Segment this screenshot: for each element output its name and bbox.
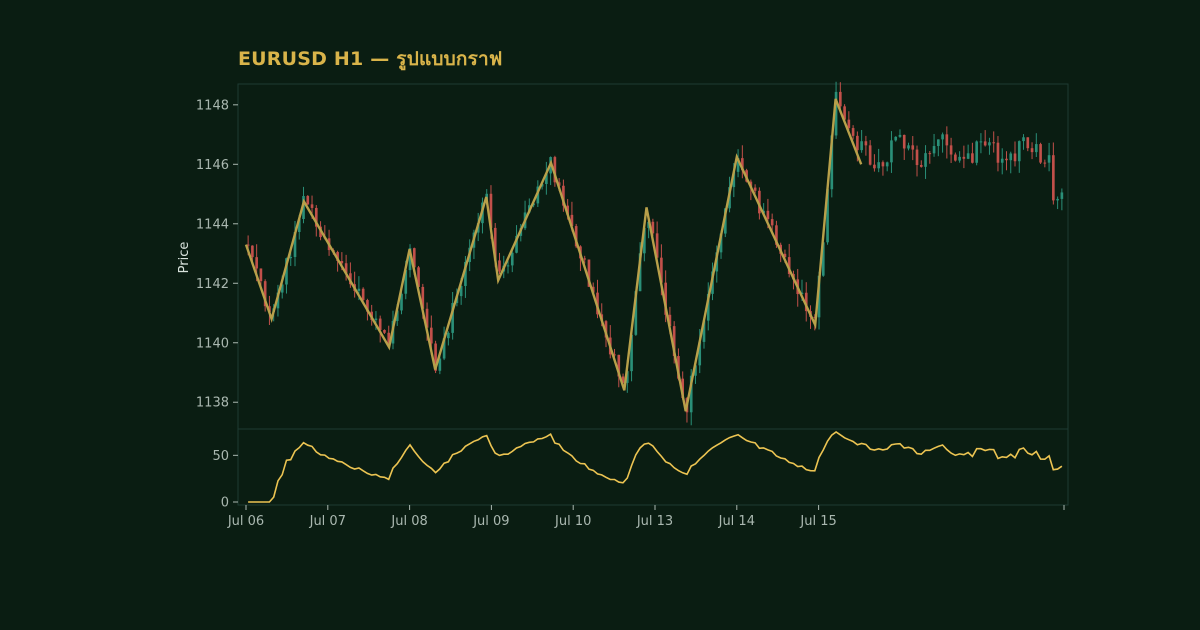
candle-body bbox=[877, 162, 880, 169]
candle-body bbox=[1005, 158, 1008, 161]
candle-body bbox=[1022, 137, 1025, 142]
price-tick-label: 1140 bbox=[196, 336, 229, 351]
candle-body bbox=[1026, 137, 1030, 149]
candle-body bbox=[1060, 192, 1064, 199]
chart-root: EURUSD H1 — รูปแบบกราฟ 1138 1140 1142 1144 1… bbox=[0, 0, 1200, 630]
price-tick-label: 1146 bbox=[196, 158, 229, 173]
candle-body bbox=[996, 142, 1000, 163]
indicator-y-ticks: 0 50 bbox=[212, 449, 238, 511]
candle-body bbox=[510, 252, 514, 266]
candle-body bbox=[498, 260, 501, 272]
candle-body bbox=[873, 164, 876, 169]
candle-body bbox=[1043, 162, 1047, 164]
price-axis-label: Price bbox=[177, 242, 192, 274]
candle-body bbox=[907, 145, 910, 149]
candle-body bbox=[1052, 155, 1055, 201]
price-tick-label: 1144 bbox=[196, 217, 229, 232]
indicator-tick-label: 0 bbox=[221, 496, 229, 511]
indicator-panel: 0 50 Jul 06 Jul 07 Jul 08 Jul 09 Jul 10 Jul 13… bbox=[212, 428, 1069, 529]
date-tick-label: Jul 15 bbox=[799, 514, 836, 529]
date-tick-label: Jul 07 bbox=[309, 514, 346, 529]
candle-body bbox=[958, 156, 961, 161]
candle-body bbox=[583, 258, 587, 260]
candle-body bbox=[932, 146, 936, 154]
chart-svg: 1138 1140 1142 1144 1146 1148 Price 0 50 Jul 0… bbox=[177, 81, 1069, 529]
candle-body bbox=[856, 135, 859, 151]
candle-body bbox=[860, 141, 863, 151]
candle-body bbox=[971, 153, 974, 163]
candle-body bbox=[1030, 148, 1034, 153]
price-y-ticks: 1138 1140 1142 1144 1146 1148 bbox=[196, 98, 238, 411]
candle-body bbox=[954, 154, 957, 161]
date-tick-label: Jul 13 bbox=[636, 514, 673, 529]
candle-body bbox=[988, 142, 991, 146]
candle-body bbox=[306, 196, 310, 205]
price-tick-label: 1148 bbox=[196, 98, 229, 113]
date-tick-label: Jul 14 bbox=[718, 514, 755, 529]
candle-body bbox=[1009, 153, 1013, 161]
candle-body bbox=[911, 145, 915, 150]
candle-body bbox=[885, 162, 889, 167]
candle-body bbox=[1047, 155, 1051, 163]
price-panel: 1138 1140 1142 1144 1146 1148 Price bbox=[177, 81, 1069, 430]
candle-body bbox=[941, 134, 944, 140]
candle-body bbox=[766, 210, 770, 220]
candle-body bbox=[1039, 144, 1042, 163]
candle-body bbox=[847, 119, 851, 129]
price-tick-label: 1142 bbox=[196, 277, 229, 292]
indicator-tick-label: 50 bbox=[212, 449, 229, 464]
candle-body bbox=[310, 204, 314, 208]
candle-body bbox=[881, 162, 885, 167]
candle-body bbox=[864, 141, 868, 146]
candle-body bbox=[868, 145, 872, 165]
indicator-line bbox=[248, 431, 1063, 503]
candle-body bbox=[890, 140, 893, 163]
candle-body bbox=[962, 156, 966, 159]
candle-body bbox=[992, 142, 996, 144]
candle-body bbox=[770, 219, 774, 226]
date-tick-label: Jul 06 bbox=[227, 514, 264, 529]
candle-body bbox=[915, 149, 919, 166]
candle-body bbox=[447, 332, 450, 339]
date-tick-label: Jul 10 bbox=[554, 514, 591, 529]
candle-body bbox=[902, 134, 906, 149]
candle-body bbox=[506, 265, 510, 267]
indicator-panel-frame bbox=[237, 428, 1069, 506]
candle-body bbox=[1013, 153, 1017, 162]
candle-body bbox=[924, 153, 927, 167]
candle-body bbox=[259, 268, 263, 282]
candle-body bbox=[255, 257, 258, 269]
date-tick-label: Jul 09 bbox=[472, 514, 509, 529]
candle-body bbox=[936, 139, 940, 147]
candle-body bbox=[753, 187, 757, 191]
date-axis-ticks: Jul 06 Jul 07 Jul 08 Jul 09 Jul 10 Jul 13 Jul … bbox=[227, 505, 1065, 529]
candle-body bbox=[1034, 144, 1038, 153]
price-tick-label: 1138 bbox=[196, 396, 229, 411]
candle-body bbox=[928, 153, 932, 155]
candle-body bbox=[979, 141, 983, 143]
candle-body bbox=[949, 145, 953, 155]
candle-body bbox=[894, 136, 898, 141]
candle-body bbox=[1017, 141, 1021, 162]
candle-body bbox=[383, 329, 386, 333]
date-tick-label: Jul 08 bbox=[390, 514, 427, 529]
candle-body bbox=[251, 245, 254, 258]
candle-body bbox=[898, 134, 902, 137]
candle-body bbox=[839, 91, 842, 107]
candle-body bbox=[983, 141, 987, 146]
candle-body bbox=[851, 128, 855, 136]
candle-body bbox=[357, 288, 361, 291]
candle-body bbox=[1056, 198, 1059, 201]
candle-body bbox=[361, 288, 365, 301]
candle-body bbox=[374, 318, 378, 320]
candle-body bbox=[919, 165, 923, 167]
candle-body bbox=[945, 134, 949, 146]
candle-body bbox=[975, 141, 978, 163]
candle-body bbox=[1000, 158, 1004, 163]
candle-body bbox=[430, 327, 433, 344]
candle-body bbox=[966, 153, 970, 159]
